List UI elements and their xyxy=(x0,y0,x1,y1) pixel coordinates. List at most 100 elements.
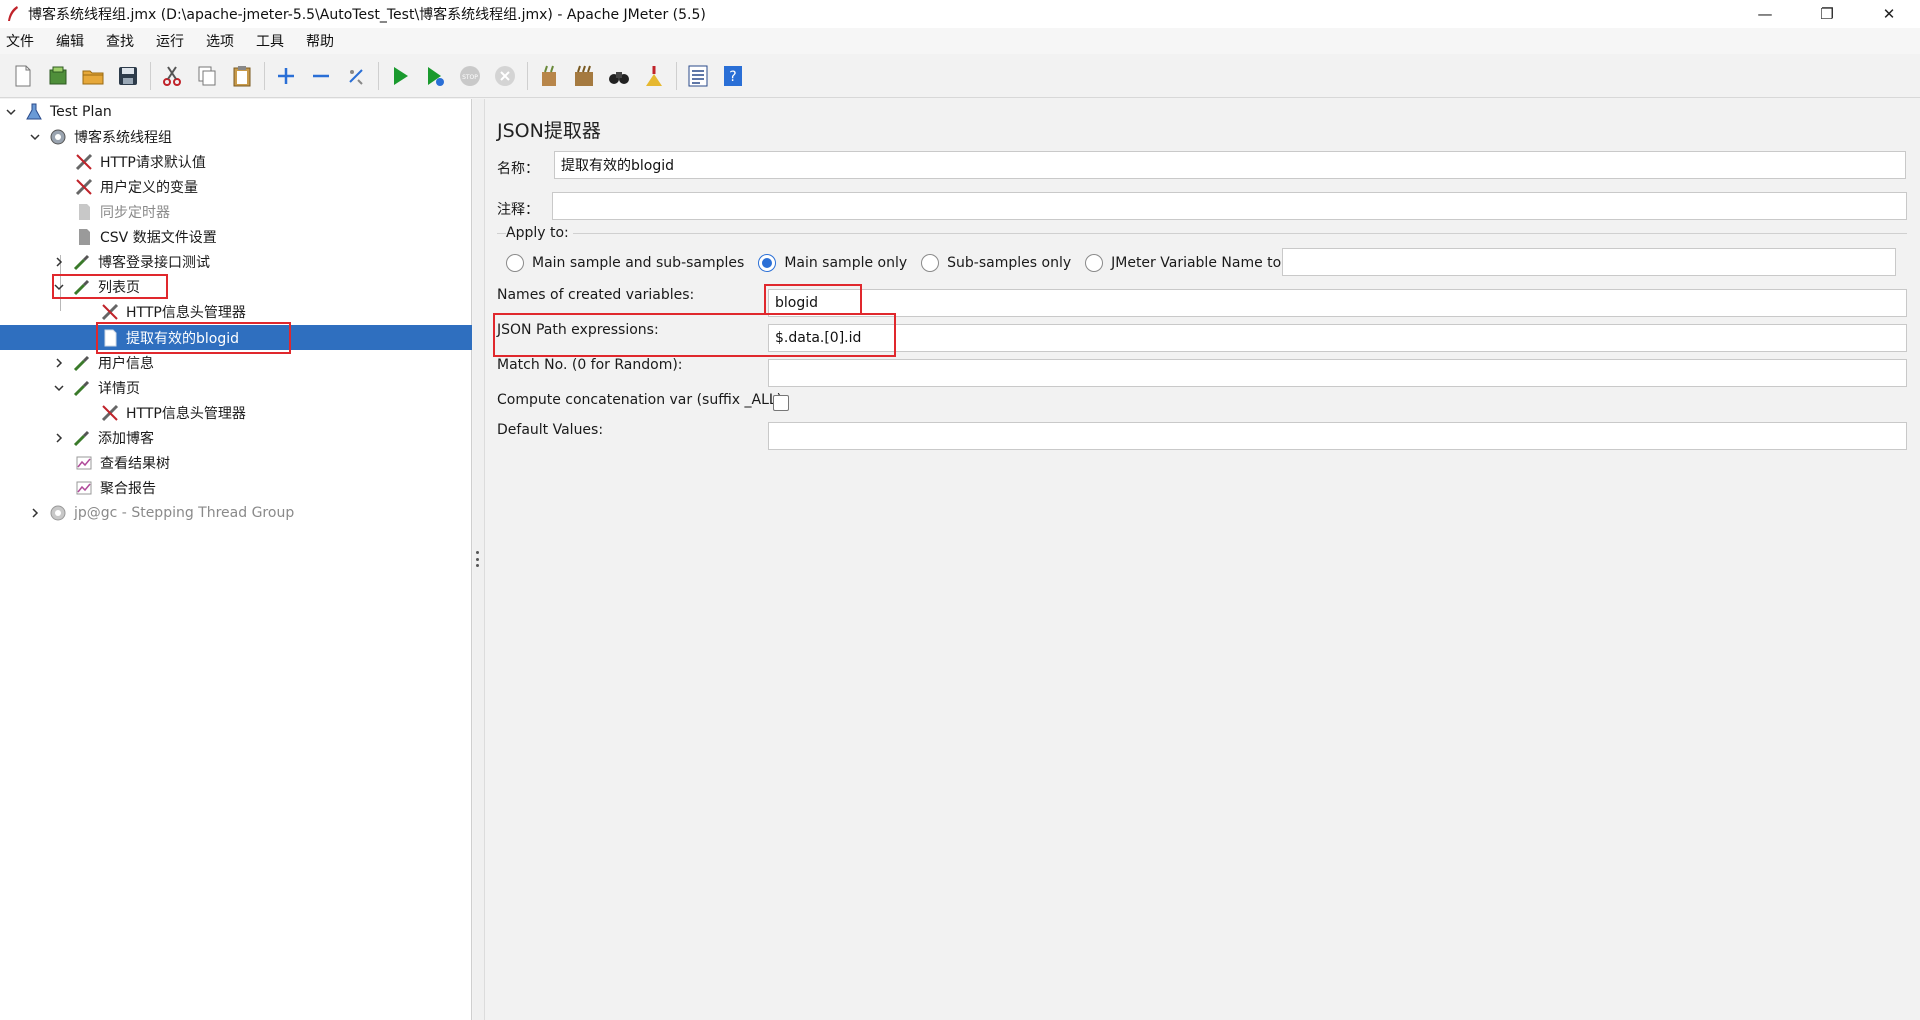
expand-icon[interactable] xyxy=(271,61,301,91)
start-icon[interactable] xyxy=(385,61,415,91)
flask-icon xyxy=(24,102,44,122)
concat-label: Compute concatenation var (suffix _ALL): xyxy=(497,392,787,408)
tree-node-thread-group[interactable]: 博客系统线程组 xyxy=(28,124,172,149)
stop-icon[interactable]: STOP xyxy=(455,61,485,91)
function-helper-icon[interactable] xyxy=(683,61,713,91)
title-bar: 博客系统线程组.jmx (D:\apache-jmeter-5.5\AutoTe… xyxy=(0,0,1920,28)
tree-node-header-manager[interactable]: HTTP信息头管理器 xyxy=(100,400,246,425)
apply-jmeter-var-radio[interactable] xyxy=(1085,254,1104,272)
tree-node-stepping-thread-group[interactable]: jp@gc - Stepping Thread Group xyxy=(28,500,294,525)
pipette-icon xyxy=(72,428,92,448)
name-label: 名称： xyxy=(497,161,539,177)
document-icon xyxy=(74,202,94,222)
menu-tools[interactable]: 工具 xyxy=(256,31,284,51)
tree-node-add-blog[interactable]: 添加博客 xyxy=(52,425,154,450)
tools-icon xyxy=(100,403,120,423)
panel-splitter[interactable] xyxy=(473,99,485,1020)
tree-node-sync-timer[interactable]: 同步定时器 xyxy=(74,199,170,224)
tree-node-label: HTTP信息头管理器 xyxy=(126,405,246,422)
chevron-right-icon[interactable] xyxy=(52,356,66,370)
chevron-right-icon[interactable] xyxy=(52,255,66,269)
search-icon[interactable] xyxy=(604,61,634,91)
help-icon[interactable]: ? xyxy=(718,61,748,91)
json-path-label: JSON Path expressions: xyxy=(497,322,659,338)
copy-icon[interactable] xyxy=(192,61,222,91)
chart-icon xyxy=(74,478,94,498)
jmeter-variable-field[interactable] xyxy=(1282,248,1896,276)
tree-node-csv-config[interactable]: CSV 数据文件设置 xyxy=(74,224,217,249)
menu-options[interactable]: 选项 xyxy=(206,31,234,51)
new-icon[interactable] xyxy=(8,61,38,91)
json-extractor-panel: JSON提取器 名称： 提取有效的blogid 注释： Apply to: Ma… xyxy=(486,99,1920,1020)
apply-main-only-label: Main sample only xyxy=(784,255,908,271)
shutdown-icon[interactable] xyxy=(490,61,520,91)
clear-all-icon[interactable] xyxy=(569,61,599,91)
menu-file[interactable]: 文件 xyxy=(6,31,34,51)
cut-icon[interactable] xyxy=(157,61,187,91)
apply-to-divider xyxy=(497,233,1907,234)
tree-node-user-variables[interactable]: 用户定义的变量 xyxy=(74,174,198,199)
start-no-pause-icon[interactable] xyxy=(420,61,450,91)
toolbar-separator xyxy=(378,61,379,90)
close-button[interactable]: ✕ xyxy=(1858,0,1920,28)
pipette-icon xyxy=(72,378,92,398)
tree-node-label: 同步定时器 xyxy=(100,204,170,221)
toolbar-separator xyxy=(150,61,151,90)
comment-field[interactable] xyxy=(552,192,1907,220)
minimize-button[interactable]: — xyxy=(1734,0,1796,28)
menu-help[interactable]: 帮助 xyxy=(306,31,334,51)
default-values-field[interactable] xyxy=(768,422,1907,450)
save-icon[interactable] xyxy=(113,61,143,91)
menu-edit[interactable]: 编辑 xyxy=(56,31,84,51)
pipette-icon xyxy=(72,277,92,297)
json-path-field[interactable]: $.data.[0].id xyxy=(768,324,1907,352)
tree-node-aggregate-report[interactable]: 聚合报告 xyxy=(74,475,156,500)
tree-node-label: 列表页 xyxy=(98,279,140,296)
tree-node-label: 博客系统线程组 xyxy=(74,129,172,146)
paste-icon[interactable] xyxy=(227,61,257,91)
tree-node-user-info[interactable]: 用户信息 xyxy=(52,350,154,375)
tree-node-label: HTTP信息头管理器 xyxy=(126,304,246,321)
name-field[interactable]: 提取有效的blogid xyxy=(554,151,1906,179)
toolbar: STOP ? xyxy=(0,54,1920,98)
chevron-right-icon[interactable] xyxy=(28,506,42,520)
match-no-field[interactable] xyxy=(768,359,1907,387)
apply-main-only-radio[interactable] xyxy=(758,254,777,272)
menu-bar: 文件 编辑 查找 运行 选项 工具 帮助 xyxy=(0,28,1920,54)
tree-node-test-plan[interactable]: Test Plan xyxy=(4,99,112,124)
collapse-icon[interactable] xyxy=(306,61,336,91)
clear-icon[interactable] xyxy=(534,61,564,91)
tree-node-label: 博客登录接口测试 xyxy=(98,254,210,271)
pipette-icon xyxy=(72,353,92,373)
tree-node-json-extractor[interactable]: 提取有效的blogid xyxy=(100,325,239,350)
menu-search[interactable]: 查找 xyxy=(106,31,134,51)
templates-icon[interactable] xyxy=(43,61,73,91)
test-plan-tree: Test Plan 博客系统线程组 HTTP请求默认值 用户定义的变量 同步定时… xyxy=(0,99,472,1020)
document-icon xyxy=(74,227,94,247)
apply-sub-only-radio[interactable] xyxy=(921,254,940,272)
tree-node-detail-page[interactable]: 详情页 xyxy=(52,375,140,400)
apply-main-and-sub-radio[interactable] xyxy=(506,254,524,272)
tree-node-label: 提取有效的blogid xyxy=(126,330,240,347)
chevron-down-icon[interactable] xyxy=(28,130,42,144)
reset-search-icon[interactable] xyxy=(639,61,669,91)
chevron-right-icon[interactable] xyxy=(52,431,66,445)
tree-node-results-tree[interactable]: 查看结果树 xyxy=(74,450,170,475)
toolbar-separator xyxy=(264,61,265,90)
concat-checkbox[interactable] xyxy=(773,395,789,411)
chevron-down-icon[interactable] xyxy=(4,105,18,119)
var-names-field[interactable]: blogid xyxy=(768,289,1907,317)
tree-node-label: CSV 数据文件设置 xyxy=(100,229,217,246)
chevron-down-icon[interactable] xyxy=(52,280,66,294)
document-icon xyxy=(100,328,120,348)
restore-button[interactable]: ❐ xyxy=(1796,0,1858,28)
tree-node-label: 详情页 xyxy=(98,380,140,397)
toggle-icon[interactable] xyxy=(341,61,371,91)
open-icon[interactable] xyxy=(78,61,108,91)
menu-run[interactable]: 运行 xyxy=(156,31,184,51)
tree-node-login-sampler[interactable]: 博客登录接口测试 xyxy=(52,249,210,274)
chevron-down-icon[interactable] xyxy=(52,381,66,395)
tree-node-list-page[interactable]: 列表页 xyxy=(52,274,140,299)
tree-node-header-manager[interactable]: HTTP信息头管理器 xyxy=(100,299,246,324)
tree-node-http-defaults[interactable]: HTTP请求默认值 xyxy=(74,149,206,174)
